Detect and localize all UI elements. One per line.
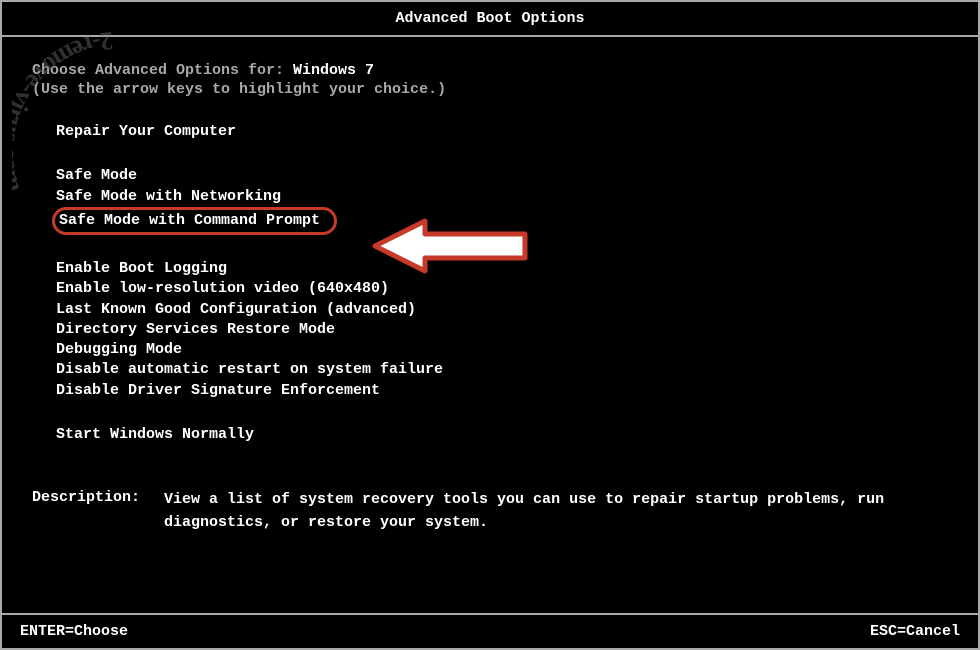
option-safe-mode[interactable]: Safe Mode: [56, 166, 137, 186]
option-disable-auto-restart[interactable]: Disable automatic restart on system fail…: [56, 360, 443, 380]
option-enable-boot-logging[interactable]: Enable Boot Logging: [56, 259, 227, 279]
option-safe-mode-networking[interactable]: Safe Mode with Networking: [56, 187, 281, 207]
option-safe-mode-command-prompt[interactable]: Safe Mode with Command Prompt: [52, 207, 337, 235]
prompt-os: Windows 7: [293, 62, 374, 79]
content-area: Choose Advanced Options for: Windows 7 (…: [2, 37, 978, 544]
description-block: Description: View a list of system recov…: [32, 489, 948, 534]
prompt-prefix: Choose Advanced Options for:: [32, 62, 293, 79]
option-repair-computer[interactable]: Repair Your Computer: [56, 122, 236, 142]
description-text: View a list of system recovery tools you…: [164, 489, 948, 534]
title-bar: Advanced Boot Options: [2, 2, 978, 37]
page-title: Advanced Boot Options: [395, 10, 584, 27]
footer-enter: ENTER=Choose: [20, 623, 128, 640]
option-debugging-mode[interactable]: Debugging Mode: [56, 340, 182, 360]
option-directory-services-restore[interactable]: Directory Services Restore Mode: [56, 320, 335, 340]
option-last-known-good[interactable]: Last Known Good Configuration (advanced): [56, 300, 416, 320]
footer-bar: ENTER=Choose ESC=Cancel: [2, 613, 978, 648]
option-low-res-video[interactable]: Enable low-resolution video (640x480): [56, 279, 389, 299]
option-start-normally[interactable]: Start Windows Normally: [56, 425, 254, 445]
footer-esc: ESC=Cancel: [870, 623, 960, 640]
description-label: Description:: [32, 489, 164, 534]
prompt-line: Choose Advanced Options for: Windows 7: [32, 62, 948, 79]
option-disable-driver-sig[interactable]: Disable Driver Signature Enforcement: [56, 381, 380, 401]
prompt-hint: (Use the arrow keys to highlight your ch…: [32, 81, 948, 98]
